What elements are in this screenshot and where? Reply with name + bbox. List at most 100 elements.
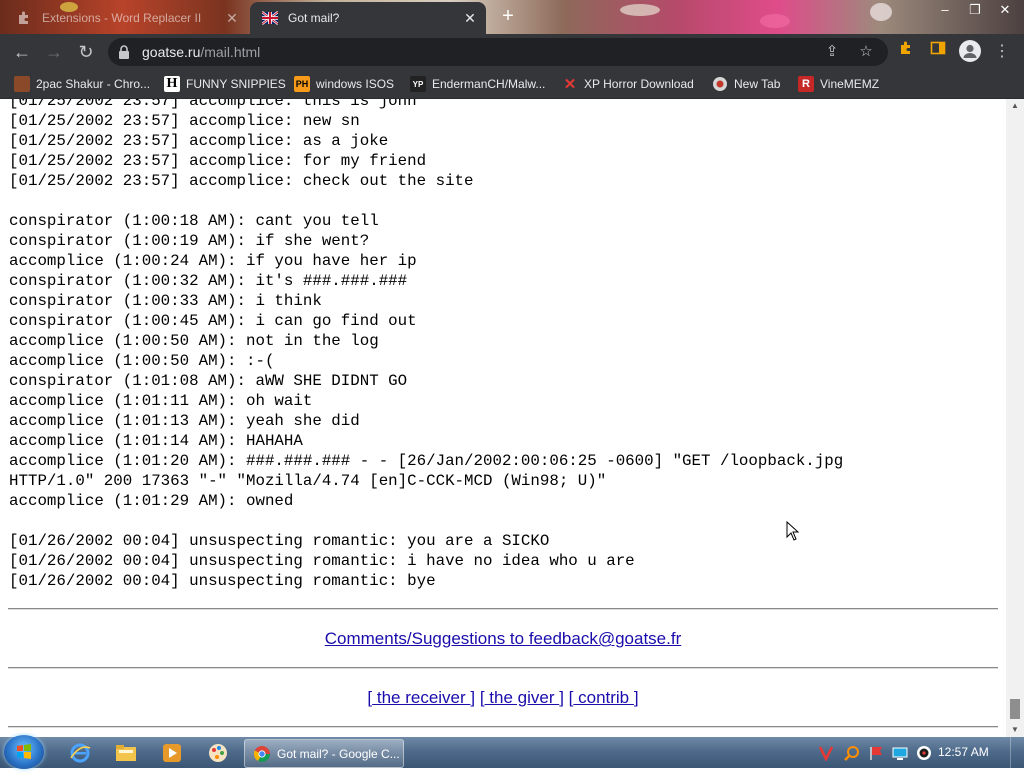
chat-line: accomplice (1:01:11 AM): oh wait [9, 392, 313, 410]
scroll-down-icon[interactable]: ▼ [1006, 723, 1024, 737]
taskbar-clock[interactable]: 12:57 AM [938, 745, 989, 759]
show-desktop-button[interactable] [1010, 737, 1024, 768]
chat-line: conspirator (1:00:19 AM): if she went? [9, 232, 370, 250]
wallpaper-speck [760, 14, 790, 28]
forward-arrow-icon[interactable]: → [42, 40, 66, 64]
bookmark-label: New Tab [734, 77, 781, 91]
chat-line: accomplice (1:00:50 AM): :-( [9, 352, 275, 370]
extensions-puzzle-icon[interactable] [894, 40, 918, 64]
lock-icon[interactable] [118, 45, 130, 59]
puzzle-icon [19, 11, 28, 24]
bookmark-funny-snippies[interactable]: H FUNNY SNIPPIES [164, 75, 286, 93]
chat-line: [01/26/2002 00:04] unsuspecting romantic… [9, 572, 436, 590]
chat-line: accomplice (1:00:50 AM): not in the log [9, 332, 379, 350]
chat-line: conspirator (1:01:08 AM): aWW SHE DIDNT … [9, 372, 408, 390]
bookmark-windows-isos[interactable]: PH windows ISOS [294, 75, 394, 93]
chat-line: [01/25/2002 23:57] accomplice: check out… [9, 172, 474, 190]
chat-line: conspirator (1:00:45 AM): i can go find … [9, 312, 417, 330]
yp-icon: YP [410, 76, 426, 92]
chat-line: [01/25/2002 23:57] accomplice: for my fr… [9, 152, 427, 170]
chat-line: accomplice (1:01:29 AM): owned [9, 492, 294, 510]
contrib-link[interactable]: contrib [573, 688, 633, 707]
giver-link[interactable]: the giver [485, 688, 560, 707]
share-icon[interactable]: ⇪ [822, 42, 842, 62]
divider [8, 667, 998, 669]
bracket: ] [633, 688, 639, 707]
new-tab-icon[interactable]: + [496, 6, 520, 28]
side-panel-icon[interactable] [926, 40, 950, 64]
union-jack-icon [262, 11, 278, 25]
restore-icon[interactable]: ❐ [960, 0, 990, 20]
feedback-link[interactable]: Comments/Suggestions to feedback@goatse.… [325, 629, 682, 648]
media-player-icon[interactable] [152, 741, 192, 765]
close-tab-icon[interactable]: ✕ [222, 10, 242, 27]
chat-log: [01/25/2002 23:57] accomplice: this is j… [9, 99, 843, 591]
vertical-scrollbar[interactable]: ▲ ▼ [1006, 99, 1024, 737]
file-explorer-icon[interactable] [106, 741, 146, 765]
bookmarks-bar: 2pac Shakur - Chro... H FUNNY SNIPPIES P… [0, 70, 1024, 99]
chat-line: accomplice (1:01:14 AM): HAHAHA [9, 432, 303, 450]
bookmark-2pac[interactable]: 2pac Shakur - Chro... [14, 75, 150, 93]
chat-line: accomplice (1:01:13 AM): yeah she did [9, 412, 360, 430]
taskbar-window-label: Got mail? - Google C... [277, 746, 400, 761]
bookmark-label: VineMEMZ [820, 77, 880, 91]
tray-v-icon[interactable] [818, 745, 834, 761]
browser-toolbar: ← → ↻ goatse.ru/mail.html ⇪ ☆ ⋮ [0, 34, 1024, 70]
chat-line: conspirator (1:00:18 AM): cant you tell [9, 212, 379, 230]
bookmark-new-tab[interactable]: New Tab [712, 75, 780, 93]
chat-line: conspirator (1:00:33 AM): i think [9, 292, 322, 310]
bookmark-xp-horror[interactable]: ✕ XP Horror Download [562, 75, 694, 93]
bookmark-star-icon[interactable]: ☆ [856, 42, 876, 62]
h-icon: H [164, 76, 180, 92]
chat-line: [01/26/2002 00:04] unsuspecting romantic… [9, 552, 635, 570]
action-center-flag-icon[interactable] [868, 745, 884, 761]
tab-got-mail[interactable]: Got mail? ✕ [250, 2, 486, 34]
volume-icon[interactable] [916, 745, 932, 761]
bookmark-endermanch[interactable]: YP EndermanCH/Malw... [410, 75, 545, 93]
bookmark-label: windows ISOS [316, 77, 395, 91]
chat-line: [01/25/2002 23:57] accomplice: this is j… [9, 99, 417, 110]
tab-extensions[interactable]: Extensions - Word Replacer II ✕ [4, 2, 248, 34]
chat-line: [01/25/2002 23:57] accomplice: new sn [9, 112, 360, 130]
chat-line: [01/26/2002 00:04] unsuspecting romantic… [9, 532, 550, 550]
scroll-up-icon[interactable]: ▲ [1006, 99, 1024, 113]
tab-title: Extensions - Word Replacer II [42, 11, 202, 25]
menu-kebab-icon[interactable]: ⋮ [990, 40, 1014, 64]
mouse-cursor-icon [786, 521, 800, 541]
network-icon[interactable] [892, 745, 908, 761]
bookmark-label: XP Horror Download [584, 77, 694, 91]
tupac-icon [14, 76, 30, 92]
scroll-thumb[interactable] [1010, 699, 1020, 719]
receiver-link[interactable]: the receiver [372, 688, 470, 707]
tray-search-icon[interactable] [844, 745, 860, 761]
profile-avatar-icon[interactable] [958, 40, 982, 64]
feedback-line: Comments/Suggestions to feedback@goatse.… [0, 629, 1006, 649]
back-arrow-icon[interactable]: ← [10, 40, 34, 64]
page-content: [01/25/2002 23:57] accomplice: this is j… [0, 99, 1006, 737]
footer-nav: [ the receiver ] [ the giver ] [ contrib… [0, 688, 1006, 708]
start-orb-icon[interactable] [4, 735, 44, 769]
paint-icon[interactable] [198, 741, 238, 765]
chat-line: accomplice (1:00:24 AM): if you have her… [9, 252, 417, 270]
taskbar-chrome-window[interactable]: Got mail? - Google C... [244, 739, 404, 768]
internet-explorer-icon[interactable] [60, 741, 100, 765]
tab-strip: Extensions - Word Replacer II ✕ Got mail… [0, 0, 1024, 34]
windows-taskbar: Got mail? - Google C... 12:57 AM [0, 735, 1024, 769]
bookmark-label: EndermanCH/Malw... [432, 77, 546, 91]
bookmark-vinememz[interactable]: R VineMEMZ [798, 75, 879, 93]
address-bar[interactable]: goatse.ru/mail.html ⇪ ☆ [108, 38, 888, 66]
close-window-icon[interactable]: ✕ [990, 0, 1020, 20]
minimize-icon[interactable]: – [930, 0, 960, 20]
reload-icon[interactable]: ↻ [74, 40, 98, 64]
chat-line: [01/25/2002 23:57] accomplice: as a joke [9, 132, 389, 150]
close-tab-icon[interactable]: ✕ [460, 10, 480, 27]
wallpaper-speck [620, 4, 660, 16]
chat-line: HTTP/1.0" 200 17363 "-" "Mozilla/4.74 [e… [9, 472, 607, 490]
chat-line: conspirator (1:00:32 AM): it's ###.###.#… [9, 272, 408, 290]
wallpaper-speck [870, 3, 892, 21]
url-text[interactable]: goatse.ru/mail.html [142, 44, 260, 60]
chat-line: accomplice (1:01:20 AM): ###.###.### - -… [9, 452, 844, 470]
url-host: goatse.ru [142, 44, 201, 60]
bracket: ] [ [470, 688, 485, 707]
